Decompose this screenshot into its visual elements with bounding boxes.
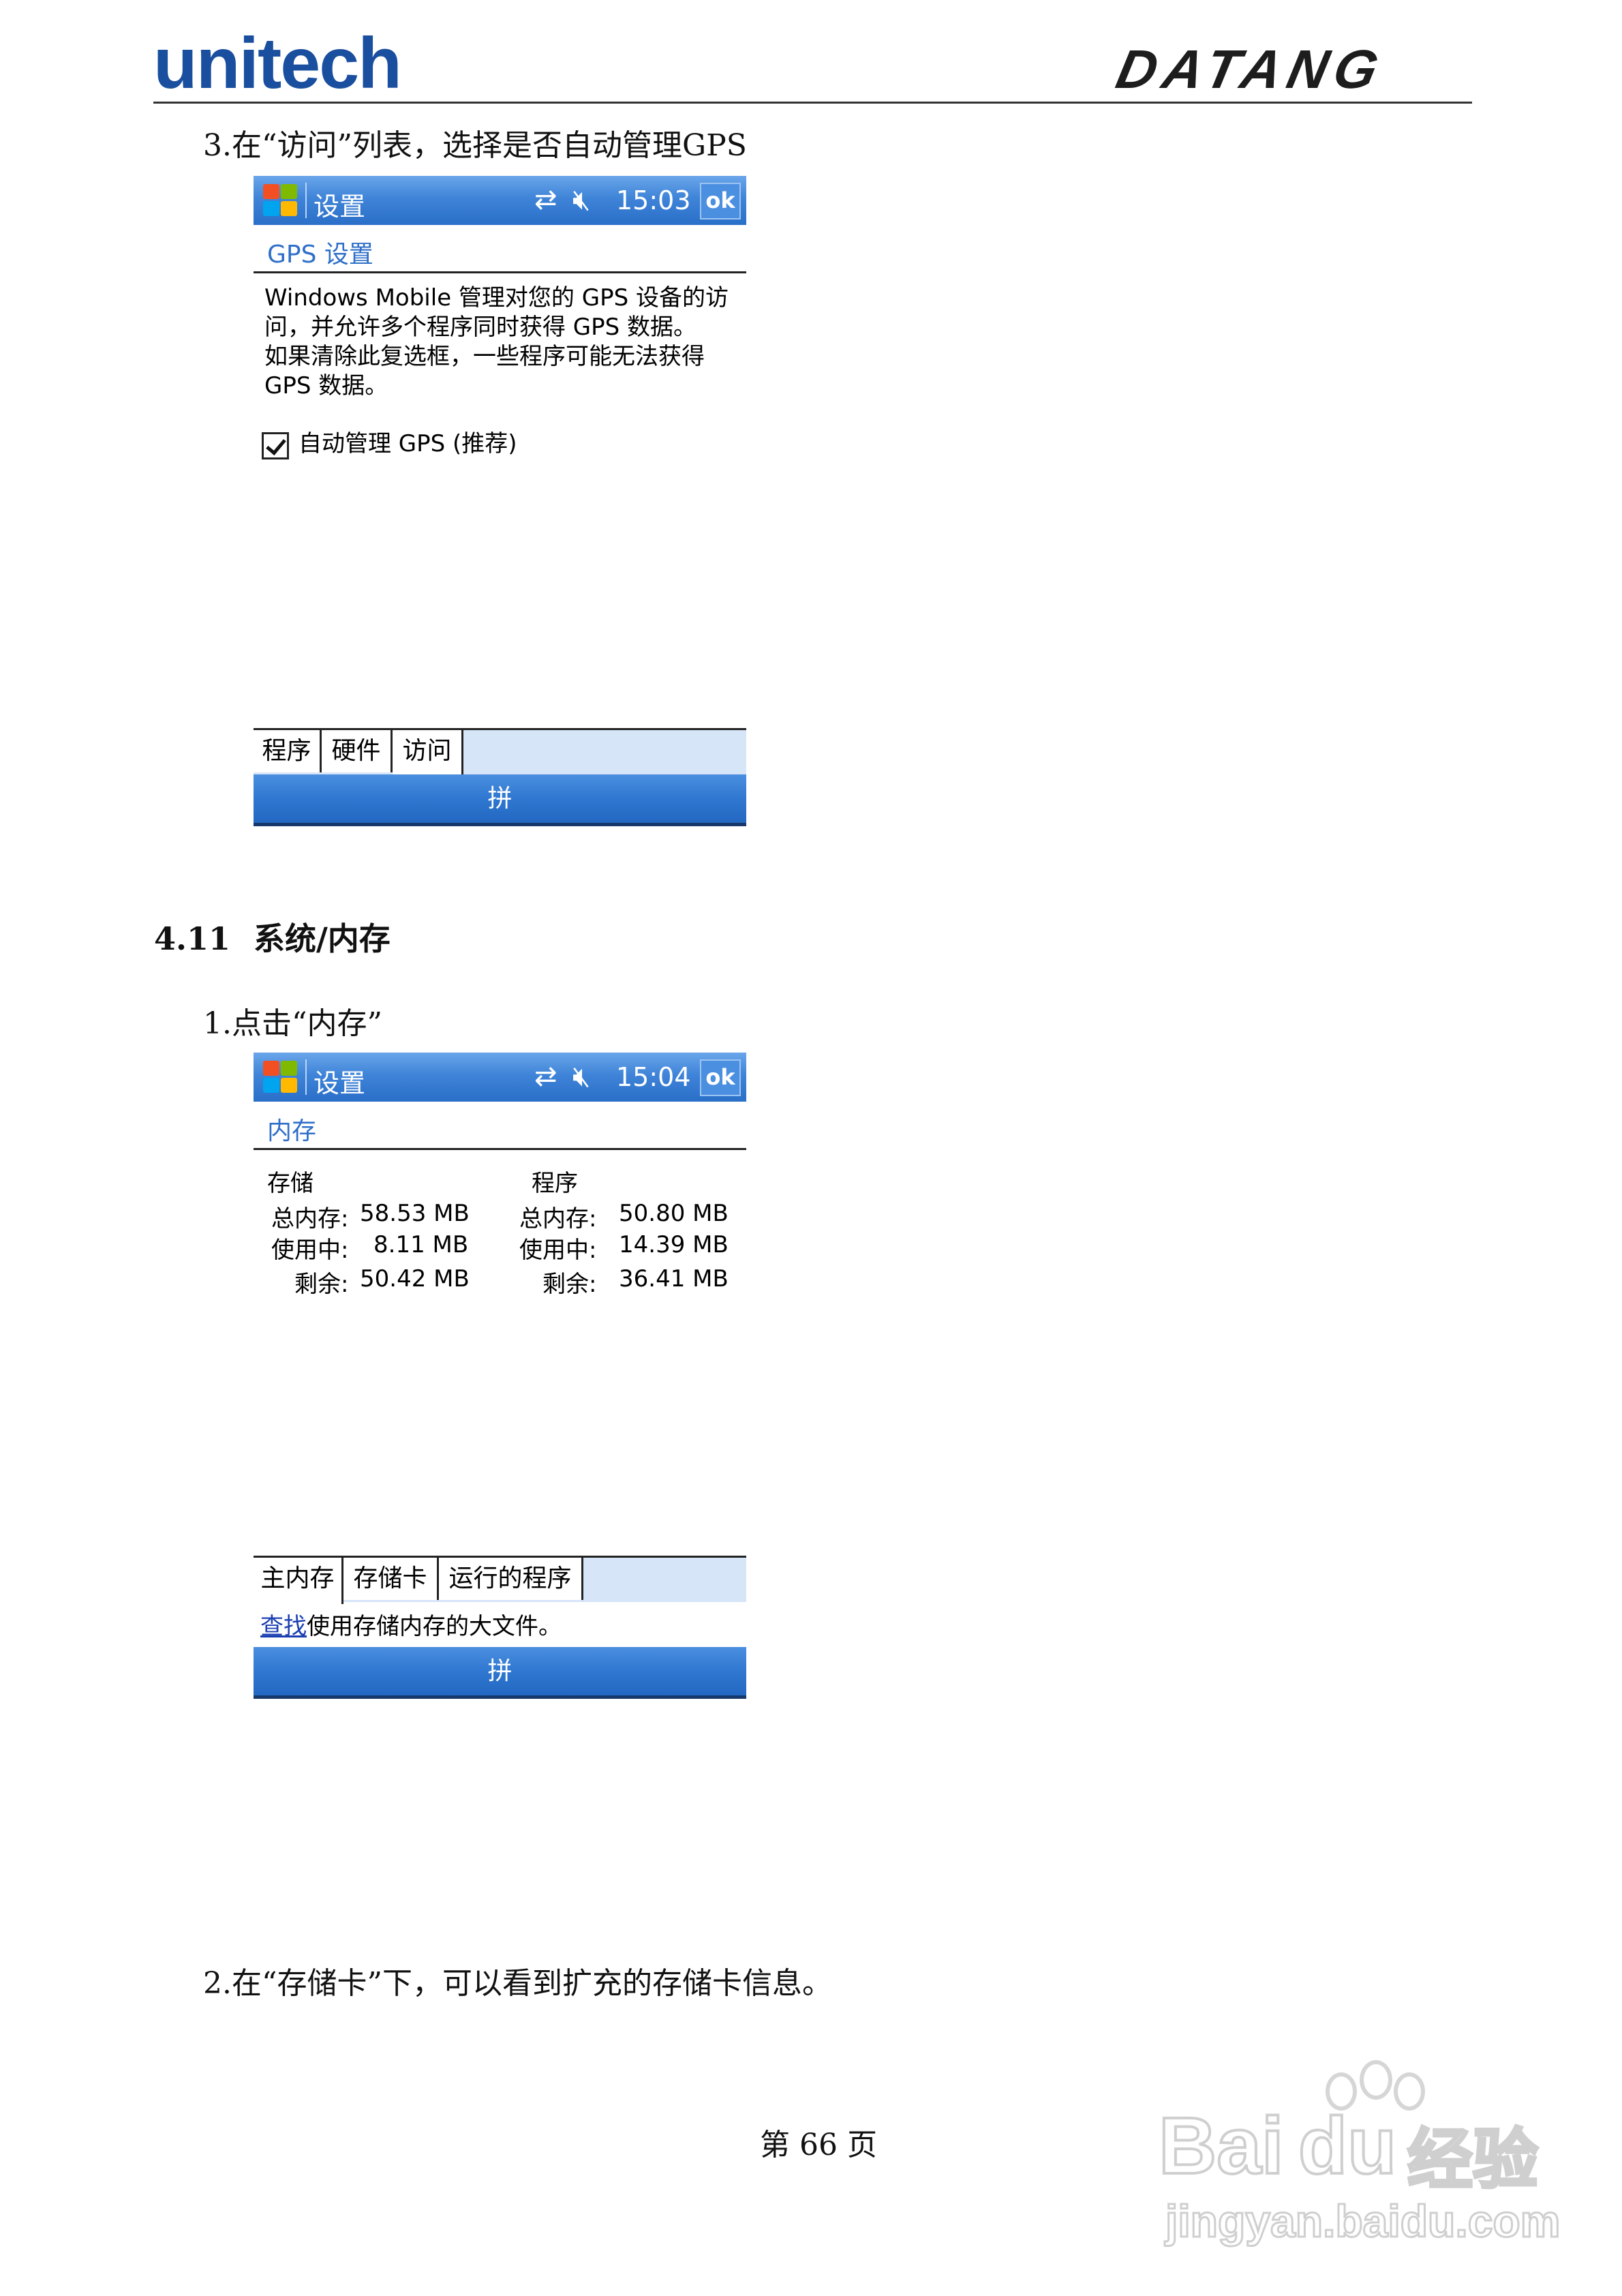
tab-bar: 程序 硬件 访问 [254, 728, 746, 776]
windows-start-icon[interactable] [260, 183, 299, 218]
gps-settings-screen: 设置 ⇄ 🔇︎ 15:03 ok GPS 设置 Windows Mobile 管… [254, 176, 746, 830]
storage-free-value: 50.42 MB [360, 1265, 470, 1293]
tab-bar: 主内存 存储卡 运行的程序 [254, 1556, 746, 1604]
soft-key-menu-bar[interactable]: 拼 [254, 1647, 746, 1699]
connectivity-icon[interactable]: ⇄ [534, 1061, 557, 1092]
step-card-text: 2.在“存储卡”下，可以看到扩充的存储卡信息。 [203, 1966, 832, 2001]
checkmark-icon [266, 434, 286, 455]
section-number: 4.11 [154, 920, 231, 957]
tab-access[interactable]: 访问 [393, 730, 463, 776]
heading-divider [254, 271, 746, 273]
connectivity-icon[interactable]: ⇄ [534, 184, 557, 215]
storage-label: 存储 [267, 1170, 313, 1197]
window-title: 设置 [313, 1068, 366, 1098]
program-free-value: 36.41 MB [619, 1265, 729, 1293]
ok-button[interactable]: ok [700, 1059, 741, 1096]
watermark-brand-du: du [1297, 2100, 1398, 2192]
watermark-product: 经验 [1406, 2122, 1540, 2198]
soft-key-menu-bar[interactable]: 拼 [254, 774, 746, 826]
storage-total-value: 58.53 MB [360, 1200, 470, 1227]
program-used-label: 使用中: [519, 1237, 597, 1264]
paw-icon [1394, 2072, 1425, 2111]
tab-programs[interactable]: 程序 [254, 730, 322, 772]
title-separator [305, 1059, 307, 1095]
program-free-label: 剩余: [542, 1271, 597, 1298]
memory-settings-screen: 设置 ⇄ 🔇︎ 15:04 ok 内存 存储 总内存: 58.53 MB 使用中… [254, 1053, 746, 1707]
watermark-url: jingyan.baidu.com [1164, 2195, 1561, 2248]
windows-start-icon[interactable] [260, 1059, 299, 1095]
paw-icon [1360, 2060, 1392, 2100]
storage-used-value: 8.11 MB [373, 1231, 469, 1258]
storage-used-label: 使用中: [271, 1237, 349, 1264]
volume-muted-icon[interactable]: 🔇︎ [572, 1059, 590, 1093]
title-bar: 设置 ⇄ 🔇︎ 15:04 ok [254, 1053, 746, 1102]
unitech-logo: unitech [153, 23, 402, 104]
program-total-value: 50.80 MB [619, 1200, 729, 1227]
volume-muted-icon[interactable]: 🔇︎ [572, 183, 590, 217]
tab-hardware[interactable]: 硬件 [322, 730, 393, 772]
program-used-value: 14.39 MB [619, 1231, 729, 1258]
tab-storage-card[interactable]: 存储卡 [343, 1558, 439, 1600]
watermark-brand: Bai [1157, 2100, 1285, 2192]
tab-main-memory[interactable]: 主内存 [254, 1558, 343, 1604]
auto-manage-gps-label[interactable]: 自动管理 GPS (推荐) [299, 429, 517, 459]
step-gps-text: 3.在“访问”列表，选择是否自动管理GPS [203, 128, 747, 163]
find-large-files-row: 查找使用存储内存的大文件。 [260, 1607, 562, 1641]
tab-running-programs[interactable]: 运行的程序 [439, 1558, 583, 1600]
title-separator [305, 183, 307, 218]
heading-divider [254, 1148, 746, 1150]
step-memory-text: 1.点击“内存” [203, 1006, 382, 1041]
storage-free-label: 剩余: [294, 1271, 349, 1298]
find-description: 使用存储内存的大文件。 [307, 1613, 562, 1640]
program-label: 程序 [532, 1170, 578, 1197]
clock[interactable]: 15:04 [616, 1062, 691, 1092]
gps-description-line: 如果清除此复选框，一些程序可能无法获得 [264, 343, 705, 370]
title-bar: 设置 ⇄ 🔇︎ 15:03 ok [254, 176, 746, 225]
clock[interactable]: 15:03 [616, 185, 691, 215]
page-number: 第 66 页 [760, 2128, 877, 2162]
gps-description-line: 问，并允许多个程序同时获得 GPS 数据。 [264, 314, 697, 341]
find-link[interactable]: 查找 [260, 1613, 307, 1640]
program-total-label: 总内存: [519, 1205, 597, 1233]
datang-logo: DATANG [1111, 39, 1390, 100]
auto-manage-gps-checkbox[interactable] [262, 432, 289, 459]
gps-description-line: GPS 数据。 [264, 372, 388, 399]
window-title: 设置 [313, 192, 366, 222]
ok-button[interactable]: ok [700, 183, 741, 220]
gps-description-line: Windows Mobile 管理对您的 GPS 设备的访 [264, 284, 729, 312]
header-rule [153, 102, 1472, 104]
storage-total-label: 总内存: [271, 1205, 349, 1233]
gps-settings-heading: GPS 设置 [267, 241, 373, 269]
section-title: 系统/内存 [254, 920, 391, 957]
memory-heading: 内存 [267, 1117, 317, 1145]
